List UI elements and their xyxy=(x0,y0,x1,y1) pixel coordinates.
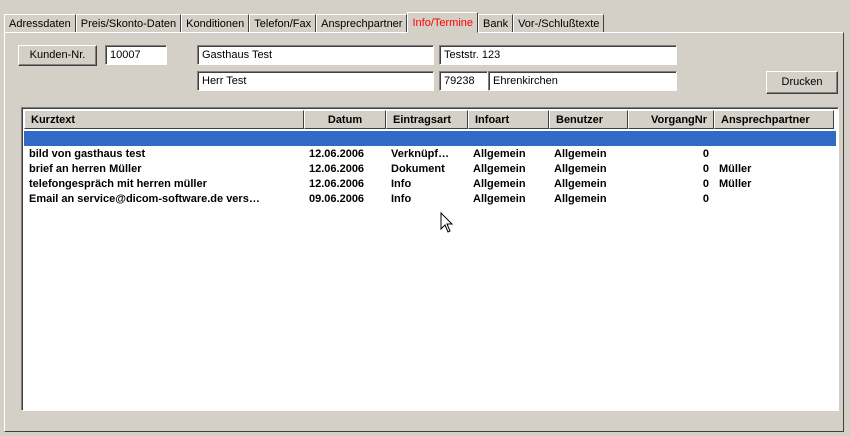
cell-infoart: Allgemein xyxy=(473,148,526,160)
cell-datum: 12.06.2006 xyxy=(309,178,365,190)
mouse-pointer-icon xyxy=(440,211,454,237)
column-header-vorgangnr[interactable]: VorgangNr xyxy=(628,110,714,129)
city-field[interactable]: Ehrenkirchen xyxy=(488,71,677,91)
cell-datum: 12.06.2006 xyxy=(309,163,365,175)
tab-info-termine[interactable]: Info/Termine xyxy=(407,12,478,33)
tab-adressdaten[interactable]: Adressdaten xyxy=(4,14,76,33)
cell-benutzer: Allgemein xyxy=(554,193,607,205)
cell-kurztext: telefongespräch mit herren müller xyxy=(29,178,207,190)
cell-vorgangnr: 0 xyxy=(702,193,709,205)
cell-ansprechpartner: Müller xyxy=(719,163,752,175)
tab-bank[interactable]: Bank xyxy=(478,14,514,33)
column-header-kurztext[interactable]: Kurztext xyxy=(24,110,304,129)
cell-benutzer: Allgemein xyxy=(554,148,607,160)
tab-ansprechpartner[interactable]: Ansprechpartner xyxy=(316,14,408,33)
table-row[interactable]: telefongespräch mit herren müller 12.06.… xyxy=(24,177,834,192)
customer-number-button[interactable]: Kunden-Nr. xyxy=(18,45,97,66)
cell-infoart: Allgemein xyxy=(473,163,526,175)
cell-eintragsart: Dokument xyxy=(391,163,445,175)
column-header-ansprechpartner[interactable]: Ansprechpartner xyxy=(714,110,834,129)
table-row[interactable]: bild von gasthaus test 12.06.2006 Verknü… xyxy=(24,147,834,162)
cell-datum: 12.06.2006 xyxy=(309,148,365,160)
tab-vor-schlusstexte[interactable]: Vor-/Schlußtexte xyxy=(513,14,605,33)
tab-telefon-fax[interactable]: Telefon/Fax xyxy=(249,14,317,33)
column-header-benutzer[interactable]: Benutzer xyxy=(549,110,628,129)
table-header: Kurztext Datum Eintragsart Infoart Benut… xyxy=(24,110,834,129)
cell-ansprechpartner: Müller xyxy=(719,178,752,190)
cell-infoart: Allgemein xyxy=(473,178,526,190)
table-row[interactable]: Email an service@dicom-software.de vers…… xyxy=(24,192,834,207)
tab-konditionen[interactable]: Konditionen xyxy=(181,14,250,33)
cell-eintragsart: Verknüpf… xyxy=(391,148,450,160)
customer-name-field[interactable]: Gasthaus Test xyxy=(197,45,434,65)
contact-field[interactable]: Herr Test xyxy=(197,71,434,91)
tab-bar: Adressdaten Preis/Skonto-Daten Kondition… xyxy=(4,12,605,33)
table-row[interactable]: brief an herren Müller 12.06.2006 Dokume… xyxy=(24,162,834,177)
street-field[interactable]: Teststr. 123 xyxy=(439,45,677,65)
cell-vorgangnr: 0 xyxy=(702,163,709,175)
cell-vorgangnr: 0 xyxy=(702,178,709,190)
cell-benutzer: Allgemein xyxy=(554,178,607,190)
cell-datum: 09.06.2006 xyxy=(309,193,365,205)
column-header-eintragsart[interactable]: Eintragsart xyxy=(386,110,468,129)
cell-ansprechpartner xyxy=(714,147,834,162)
print-button[interactable]: Drucken xyxy=(766,71,838,94)
column-header-infoart[interactable]: Infoart xyxy=(468,110,549,129)
cell-benutzer: Allgemein xyxy=(554,163,607,175)
cell-eintragsart: Info xyxy=(391,178,412,190)
info-table[interactable]: Kurztext Datum Eintragsart Infoart Benut… xyxy=(21,107,839,411)
cell-kurztext: Email an service@dicom-software.de vers… xyxy=(29,193,260,205)
tab-preis-skonto-daten[interactable]: Preis/Skonto-Daten xyxy=(75,14,182,33)
cell-infoart: Allgemein xyxy=(473,193,526,205)
zip-field[interactable]: 79238 xyxy=(439,71,488,91)
cell-eintragsart: Info xyxy=(391,193,412,205)
customer-number-field[interactable]: 10007 xyxy=(105,45,167,65)
column-header-datum[interactable]: Datum xyxy=(304,110,386,129)
cell-vorgangnr: 0 xyxy=(702,148,709,160)
cell-kurztext: bild von gasthaus test xyxy=(29,148,146,160)
selected-empty-row[interactable] xyxy=(24,131,836,146)
cell-ansprechpartner xyxy=(714,192,834,207)
cell-kurztext: brief an herren Müller xyxy=(29,163,142,175)
